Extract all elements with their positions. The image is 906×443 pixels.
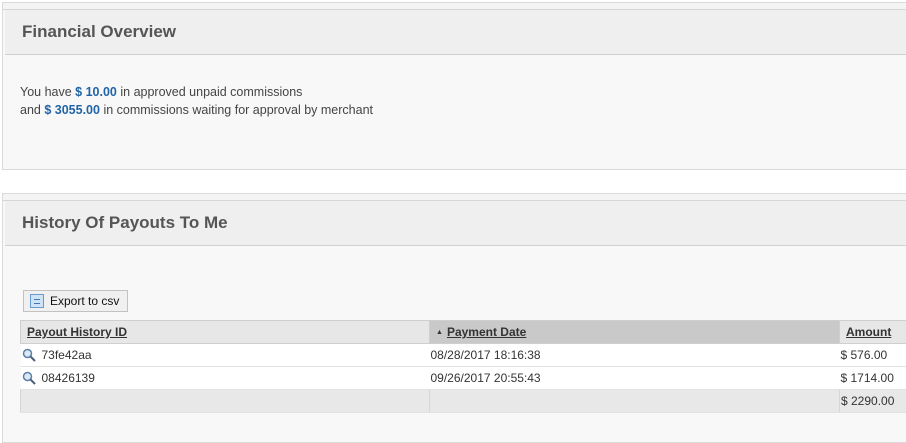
column-header-payment-date[interactable]: ▲Payment Date xyxy=(430,321,840,344)
payout-id-cell: 73fe42aa xyxy=(21,344,430,367)
csv-file-icon xyxy=(30,294,44,308)
payout-id-cell: 08426139 xyxy=(21,367,430,390)
table-header-row: Payout History ID ▲Payment Date Amount xyxy=(21,321,906,344)
waiting-amount: $ 3055.00 xyxy=(44,103,100,117)
payment-date-cell: 09/26/2017 20:55:43 xyxy=(430,367,840,390)
export-csv-label: Export to csv xyxy=(50,294,119,308)
approved-line: You have $ 10.00 in approved unpaid comm… xyxy=(20,83,373,101)
panel-top-strip xyxy=(3,194,906,201)
table-row: 08426139 09/26/2017 20:55:43 $ 1714.00 xyxy=(21,367,906,390)
sort-ascending-icon: ▲ xyxy=(436,329,443,336)
waiting-line: and $ 3055.00 in commissions waiting for… xyxy=(20,101,373,119)
export-csv-button[interactable]: Export to csv xyxy=(23,290,128,312)
magnifier-icon[interactable] xyxy=(22,348,36,362)
table-total-row: $ 2290.00 xyxy=(21,390,906,413)
total-empty-cell xyxy=(430,390,840,413)
panel-top-strip xyxy=(3,3,906,10)
payout-history-title: History Of Payouts To Me xyxy=(5,201,906,246)
amount-cell: $ 576.00 xyxy=(840,344,906,367)
commission-summary: You have $ 10.00 in approved unpaid comm… xyxy=(20,83,373,119)
payout-history-panel: History Of Payouts To Me Export to csv P… xyxy=(2,193,906,443)
table-row: 73fe42aa 08/28/2017 18:16:38 $ 576.00 xyxy=(21,344,906,367)
magnifier-icon[interactable] xyxy=(22,371,36,385)
column-header-payout-id[interactable]: Payout History ID xyxy=(21,321,430,344)
total-empty-cell xyxy=(21,390,430,413)
financial-overview-panel: Financial Overview You have $ 10.00 in a… xyxy=(2,2,906,170)
financial-overview-title: Financial Overview xyxy=(5,10,906,55)
payment-date-cell: 08/28/2017 18:16:38 xyxy=(430,344,840,367)
amount-cell: $ 1714.00 xyxy=(840,367,906,390)
approved-amount: $ 10.00 xyxy=(75,85,117,99)
payout-history-table: Payout History ID ▲Payment Date Amount xyxy=(20,320,906,413)
total-amount-cell: $ 2290.00 xyxy=(840,390,906,413)
column-header-amount[interactable]: Amount xyxy=(840,321,906,344)
